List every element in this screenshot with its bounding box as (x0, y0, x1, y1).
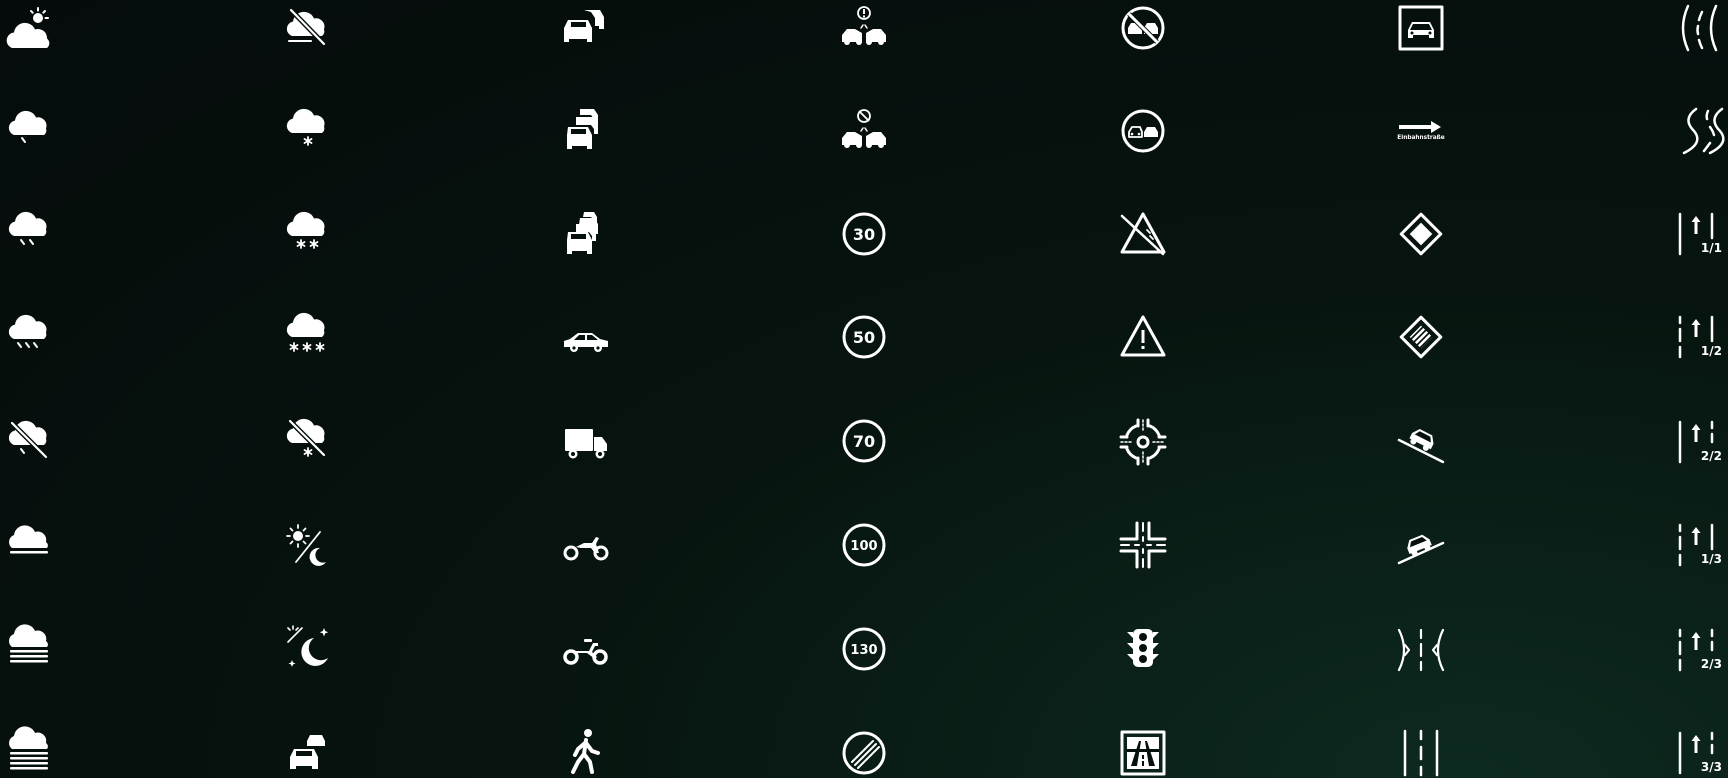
end-of-limits-icon (840, 729, 888, 777)
speed-limit-100-icon: 100 (840, 521, 888, 569)
no-overtaking-icon (1119, 4, 1167, 52)
slope-warning-icon (1119, 210, 1167, 258)
end-priority-road-icon (1397, 313, 1445, 361)
speed-limit-50-label: 50 (853, 328, 875, 347)
traffic-jam-icon (562, 210, 610, 258)
traffic-icon (562, 4, 610, 52)
no-rain-icon (6, 415, 54, 463)
motorway-icon (1119, 729, 1167, 777)
lane-2-of-3-icon: 2/3 (1676, 626, 1724, 674)
truck-icon (562, 417, 610, 465)
heavy-fog-icon (6, 726, 54, 775)
pedestrian-icon (562, 728, 610, 776)
speed-limit-50-icon: 50 (840, 313, 888, 361)
lane-2-of-2-icon: 2/2 (1676, 418, 1724, 466)
downhill-icon (1397, 418, 1445, 466)
lane-1-of-3-label: 1/3 (1701, 552, 1722, 566)
lane-3-of-3-icon: 3/3 (1676, 729, 1724, 777)
lane-1-of-2-label: 1/2 (1701, 344, 1722, 358)
snow-icon (284, 208, 332, 256)
lane-1-of-3-icon: 1/3 (1676, 521, 1724, 569)
lane-3-of-3-label: 3/3 (1701, 760, 1722, 774)
lane-2-of-2-label: 2/2 (1701, 449, 1722, 463)
clear-night-icon (284, 624, 332, 672)
drizzle-icon (6, 105, 54, 153)
motorcycle-icon (562, 523, 610, 571)
speed-limit-130-label: 130 (850, 643, 877, 658)
partly-cloudy-icon (6, 4, 54, 52)
accident-warning-icon (840, 4, 888, 52)
car-convoy-icon (284, 727, 332, 775)
lane-1-of-2-icon: 1/2 (1676, 313, 1724, 361)
lane-1-of-1-icon: 1/1 (1676, 210, 1724, 258)
dense-fog-icon (6, 621, 54, 669)
speed-limit-70-label: 70 (853, 432, 875, 451)
speed-limit-70-icon: 70 (840, 417, 888, 465)
speed-limit-100-label: 100 (850, 539, 877, 554)
lane-lines-icon (1397, 729, 1445, 777)
fog-icon (6, 518, 54, 566)
rain-icon (6, 311, 54, 359)
sun-moon-icon (284, 522, 332, 570)
overtaking-icon (1119, 107, 1167, 155)
bicycle-icon (562, 627, 610, 675)
lane-1-of-1-label: 1/1 (1701, 241, 1722, 255)
road-narrows-icon (1397, 626, 1445, 674)
car-sign-icon (1397, 4, 1445, 52)
winding-road-icon (1676, 107, 1725, 155)
light-snow-icon (284, 105, 332, 153)
speed-limit-30-icon: 30 (840, 210, 888, 258)
heavy-snow-icon (284, 311, 332, 359)
roundabout-icon (1119, 418, 1167, 466)
danger-warning-icon (1119, 313, 1167, 361)
one-way-label: Einbahnstraße (1397, 135, 1445, 141)
icon-grid: 30 50 70 100 130 Einbahnstraße 1/1 1/2 2… (0, 0, 1728, 778)
no-snow-icon (284, 415, 332, 463)
traffic-light-icon (1119, 626, 1167, 674)
speed-limit-30-label: 30 (853, 225, 875, 244)
lane-2-of-3-label: 2/3 (1701, 657, 1722, 671)
speed-limit-130-icon: 130 (840, 625, 888, 673)
light-rain-icon (6, 208, 54, 256)
one-way-icon: Einbahnstraße (1397, 107, 1445, 155)
accident-disabled-icon (840, 107, 888, 155)
uphill-icon (1397, 521, 1445, 569)
heavy-traffic-icon (562, 107, 610, 155)
road-curve-icon (1676, 4, 1724, 52)
no-cloud-icon (284, 2, 332, 50)
car-icon (562, 317, 610, 365)
priority-road-icon (1397, 210, 1445, 258)
intersection-icon (1119, 521, 1167, 569)
